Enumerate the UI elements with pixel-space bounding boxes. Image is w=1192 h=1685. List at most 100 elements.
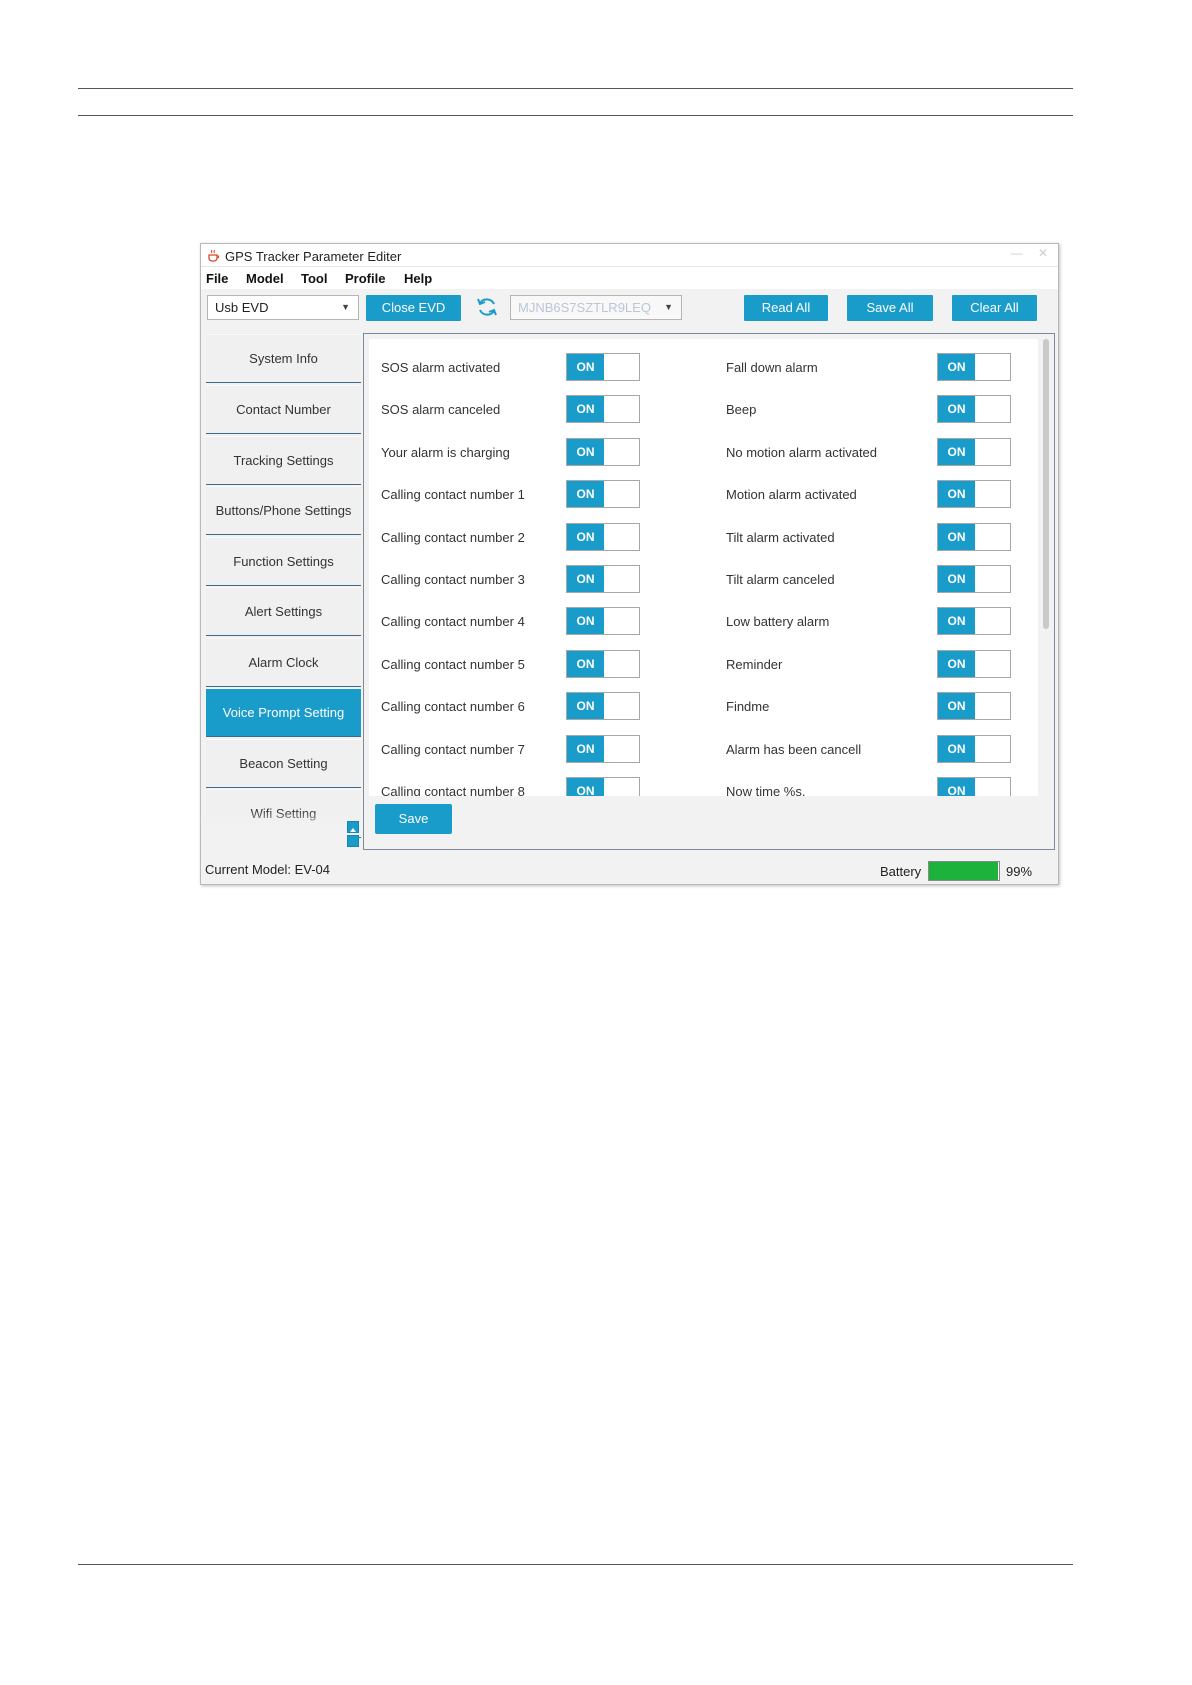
save-all-button[interactable]: Save All <box>847 295 933 321</box>
chevron-down-icon: ▼ <box>664 302 673 312</box>
connection-select-value: Usb EVD <box>215 300 269 315</box>
prompt-toggle[interactable]: ON <box>937 565 1011 593</box>
toggle-on-label: ON <box>938 608 975 634</box>
prompt-toggle[interactable]: ON <box>566 353 640 381</box>
prompt-toggle[interactable]: ON <box>566 395 640 423</box>
page-footer-rule <box>78 1564 1073 1565</box>
sidebar-item-alarm-clock[interactable]: Alarm Clock <box>206 638 361 687</box>
prompt-toggle[interactable]: ON <box>566 523 640 551</box>
prompt-label: Calling contact number 3 <box>381 572 525 587</box>
prompt-toggle[interactable]: ON <box>566 777 640 796</box>
sidebar-item-buttons-phone-settings[interactable]: Buttons/Phone Settings <box>206 486 361 535</box>
prompt-toggle[interactable]: ON <box>937 692 1011 720</box>
prompt-toggle[interactable]: ON <box>566 692 640 720</box>
close-evd-button[interactable]: Close EVD <box>366 295 461 321</box>
toggle-on-label: ON <box>938 651 975 677</box>
sidebar-item-beacon-setting[interactable]: Beacon Setting <box>206 739 361 788</box>
prompt-label: Calling contact number 7 <box>381 742 525 757</box>
app-window: GPS Tracker Parameter Editer — ✕ File Mo… <box>200 243 1059 885</box>
save-button[interactable]: Save <box>375 804 452 834</box>
scrollbar-thumb[interactable] <box>1043 339 1049 629</box>
toggle-on-label: ON <box>567 693 604 719</box>
toggle-on-label: ON <box>567 439 604 465</box>
toggle-on-label: ON <box>567 608 604 634</box>
toggle-on-label: ON <box>567 566 604 592</box>
prompt-toggle[interactable]: ON <box>566 438 640 466</box>
prompt-toggle[interactable]: ON <box>937 777 1011 796</box>
prompt-label: Calling contact number 6 <box>381 699 525 714</box>
content-scrollbar[interactable] <box>1042 339 1050 796</box>
menu-help[interactable]: Help <box>404 271 432 286</box>
triangle-up-icon <box>350 828 356 832</box>
prompt-toggle[interactable]: ON <box>937 607 1011 635</box>
prompt-label: Reminder <box>726 657 783 672</box>
prompt-label: Fall down alarm <box>726 360 818 375</box>
status-bar: Current Model: EV-04 Battery 99% <box>201 854 1058 884</box>
prompt-label: Calling contact number 1 <box>381 487 525 502</box>
prompt-toggle[interactable]: ON <box>566 480 640 508</box>
prompt-label: Low battery alarm <box>726 614 830 629</box>
menu-profile[interactable]: Profile <box>345 271 385 286</box>
window-controls[interactable]: — ✕ <box>1011 246 1054 260</box>
prompt-label: No motion alarm activated <box>726 445 878 460</box>
prompt-label: Calling contact number 4 <box>381 614 525 629</box>
toggle-on-label: ON <box>938 354 975 380</box>
prompt-label: Calling contact number 2 <box>381 530 525 545</box>
refresh-icon[interactable] <box>475 295 499 319</box>
sidebar-fade <box>206 810 351 846</box>
prompt-toggle[interactable]: ON <box>566 607 640 635</box>
menu-tool[interactable]: Tool <box>301 271 327 286</box>
toggle-on-label: ON <box>567 396 604 422</box>
prompt-label: Findme <box>726 699 770 714</box>
java-cup-icon <box>208 249 219 262</box>
sidebar-item-alert-settings[interactable]: Alert Settings <box>206 587 361 636</box>
current-model-text: Current Model: EV-04 <box>205 862 331 877</box>
toggle-on-label: ON <box>938 693 975 719</box>
toggle-on-label: ON <box>938 736 975 762</box>
toggle-on-label: ON <box>567 524 604 550</box>
prompt-toggle[interactable]: ON <box>566 565 640 593</box>
window-title: GPS Tracker Parameter Editer <box>225 249 402 264</box>
prompt-toggle[interactable]: ON <box>937 395 1011 423</box>
prompt-toggle[interactable]: ON <box>937 735 1011 763</box>
prompt-label: SOS alarm canceled <box>381 402 501 417</box>
sidebar-item-function-settings[interactable]: Function Settings <box>206 537 361 586</box>
battery-label: Battery <box>880 864 922 879</box>
sidebar-item-voice-prompt-setting[interactable]: Voice Prompt Setting <box>206 688 361 737</box>
menu-bar: File Model Tool Profile Help <box>201 267 1058 289</box>
scroll-up-icon[interactable] <box>347 821 359 833</box>
toggle-on-label: ON <box>567 481 604 507</box>
battery-percent: 99% <box>1006 864 1033 879</box>
chevron-down-icon: ▼ <box>341 302 350 312</box>
prompt-toggle[interactable]: ON <box>937 523 1011 551</box>
clear-all-button[interactable]: Clear All <box>952 295 1037 321</box>
menu-model[interactable]: Model <box>246 271 284 286</box>
toggle-on-label: ON <box>567 736 604 762</box>
read-all-button[interactable]: Read All <box>744 295 828 321</box>
prompt-toggle[interactable]: ON <box>937 650 1011 678</box>
prompt-toggle[interactable]: ON <box>937 438 1011 466</box>
prompt-label: SOS alarm activated <box>381 360 501 375</box>
toggle-on-label: ON <box>567 778 604 796</box>
device-select[interactable]: MJNB6S7SZTLR9LEQ ▼ <box>510 295 682 320</box>
prompt-toggle[interactable]: ON <box>566 735 640 763</box>
connection-select[interactable]: Usb EVD ▼ <box>207 295 359 320</box>
prompt-toggle[interactable]: ON <box>937 480 1011 508</box>
toggle-on-label: ON <box>567 354 604 380</box>
menu-file[interactable]: File <box>206 271 228 286</box>
prompt-toggle[interactable]: ON <box>566 650 640 678</box>
page-header-rule-top <box>78 88 1073 89</box>
sidebar-item-contact-number[interactable]: Contact Number <box>206 385 361 434</box>
prompt-label: Calling contact number 8 <box>381 784 525 796</box>
toggle-on-label: ON <box>938 566 975 592</box>
content-frame: SOS alarm activated ON SOS alarm cancele… <box>363 333 1055 850</box>
scroll-down-icon[interactable] <box>347 835 359 847</box>
device-select-value: MJNB6S7SZTLR9LEQ <box>518 300 651 315</box>
sidebar-item-system-info[interactable]: System Info <box>206 334 361 383</box>
sidebar-item-tracking-settings[interactable]: Tracking Settings <box>206 436 361 485</box>
prompt-label: Calling contact number 5 <box>381 657 525 672</box>
prompt-label: Beep <box>726 402 757 417</box>
voice-prompt-panel: SOS alarm activated ON SOS alarm cancele… <box>369 339 1038 796</box>
page-header-rule-bottom <box>78 115 1073 116</box>
prompt-toggle[interactable]: ON <box>937 353 1011 381</box>
